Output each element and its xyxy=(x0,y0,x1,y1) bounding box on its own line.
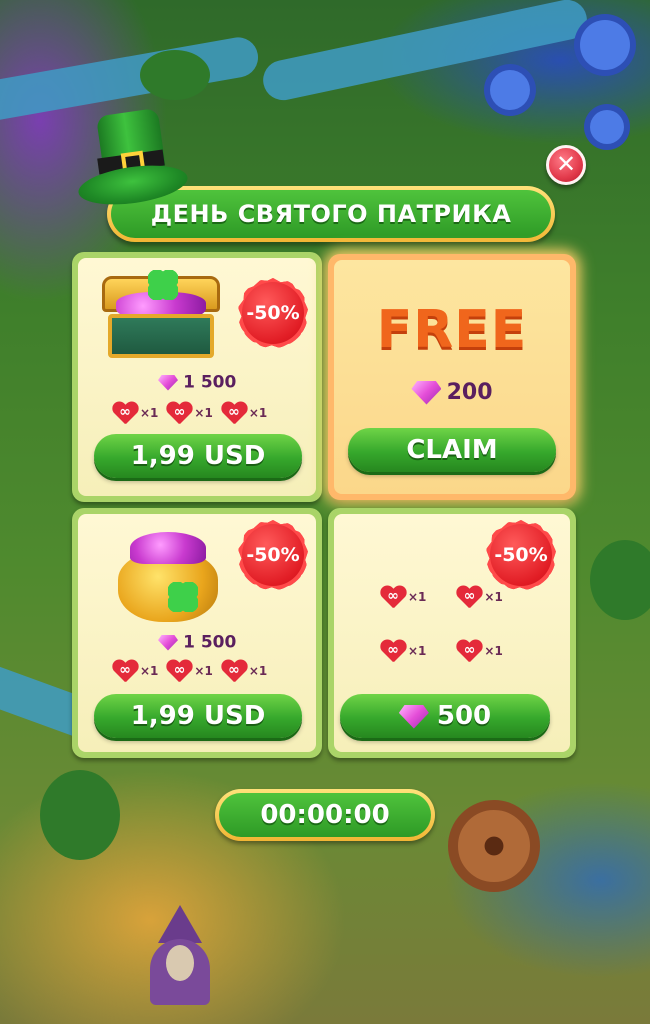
discount-badge: -50% xyxy=(486,520,556,590)
claim-button[interactable]: CLAIM xyxy=(348,428,556,472)
offer-card-pot: -50% 1 500 ∞ ×1 ∞ ×1 ∞ ×1 1,99 USD xyxy=(72,508,322,758)
free-label: FREE xyxy=(376,300,528,360)
infinite-heart-icon: ∞ xyxy=(380,586,406,608)
treasure-chest-icon xyxy=(102,270,220,358)
gem-amount: 1 500 xyxy=(183,372,237,393)
boost-multiplier: ×1 xyxy=(194,664,213,678)
boost-list: ∞ ×1 ∞ ×1 xyxy=(380,640,503,662)
leprechaun-hat-icon xyxy=(76,107,190,211)
boost-multiplier: ×1 xyxy=(248,406,268,420)
boost-list: ∞ ×1 ∞ ×1 ∞ ×1 xyxy=(112,402,267,424)
infinite-heart-icon: ∞ xyxy=(221,660,247,682)
flower-decoration xyxy=(580,20,630,70)
buy-hearts-button[interactable]: 500 xyxy=(340,694,550,738)
buy-pot-button[interactable]: 1,99 USD xyxy=(94,694,302,738)
buy-chest-button[interactable]: 1,99 USD xyxy=(94,434,302,478)
gem-price: 500 xyxy=(436,701,492,731)
wizard-character xyxy=(150,905,210,1005)
infinite-heart-icon: ∞ xyxy=(456,640,482,662)
offers-panel: -50% 1 500 ∞ ×1 ∞ ×1 ∞ ×1 1,99 USD FREE 200… xyxy=(70,250,580,760)
boost-multiplier: ×1 xyxy=(408,590,427,604)
flower-decoration xyxy=(590,110,624,144)
infinite-heart-icon: ∞ xyxy=(380,640,406,662)
boost-list: ∞ ×1 ∞ ×1 ∞ ×1 xyxy=(112,660,267,682)
offer-timer: 00:00:00 xyxy=(215,789,435,841)
bush-decoration xyxy=(140,50,210,100)
infinite-heart-icon: ∞ xyxy=(166,402,192,424)
clover-icon xyxy=(148,270,178,300)
flower-decoration xyxy=(490,70,530,110)
gem-amount: 1 500 xyxy=(183,632,237,653)
boost-multiplier: ×1 xyxy=(140,406,159,420)
gold-pot-icon xyxy=(118,532,218,622)
gem-icon xyxy=(398,704,429,729)
boost-multiplier: ×1 xyxy=(194,406,213,420)
discount-badge: -50% xyxy=(238,520,308,590)
bush-decoration xyxy=(590,540,650,620)
infinite-heart-icon: ∞ xyxy=(456,586,482,608)
infinite-heart-icon: ∞ xyxy=(112,402,138,424)
boost-list: ∞ ×1 ∞ ×1 xyxy=(380,586,503,608)
timer-value: 00:00:00 xyxy=(219,793,431,837)
clover-icon xyxy=(168,582,198,612)
infinite-heart-icon: ∞ xyxy=(112,660,138,682)
boost-multiplier: ×1 xyxy=(248,664,268,678)
gem-icon xyxy=(411,380,442,405)
gem-amount-row: 200 xyxy=(334,380,570,405)
river-decoration xyxy=(259,0,591,104)
close-button[interactable]: ✕ xyxy=(546,145,586,185)
boost-multiplier: ×1 xyxy=(484,644,503,658)
water-mill-decoration xyxy=(448,800,540,892)
offer-card-free: FREE 200 CLAIM xyxy=(328,254,576,500)
bush-decoration xyxy=(40,770,120,860)
infinite-heart-icon: ∞ xyxy=(221,402,247,424)
gem-amount: 200 xyxy=(446,380,493,405)
gem-amount-row: 1 500 xyxy=(158,372,236,393)
boost-multiplier: ×1 xyxy=(484,590,503,604)
offer-card-hearts: -50% ∞ ×1 ∞ ×1 ∞ ×1 ∞ ×1 500 xyxy=(328,508,576,758)
gem-amount-row: 1 500 xyxy=(158,632,236,653)
infinite-heart-icon: ∞ xyxy=(166,660,192,682)
gem-icon xyxy=(158,374,178,391)
gem-icon xyxy=(158,634,178,651)
discount-badge: -50% xyxy=(238,278,308,348)
offer-card-chest: -50% 1 500 ∞ ×1 ∞ ×1 ∞ ×1 1,99 USD xyxy=(72,252,322,502)
close-icon: ✕ xyxy=(555,150,577,178)
boost-multiplier: ×1 xyxy=(408,644,427,658)
boost-multiplier: ×1 xyxy=(140,664,159,678)
